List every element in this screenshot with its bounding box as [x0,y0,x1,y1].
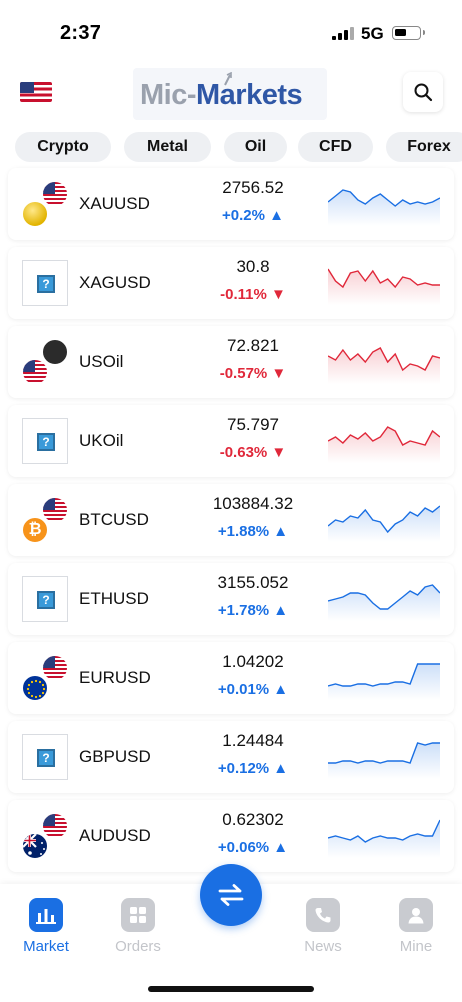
nav-orders[interactable]: Orders [103,898,173,955]
instrument-price: 0.62302 [222,810,284,829]
instrument-row[interactable]: ? XAGUSD 30.8 -0.11% ▼ [8,247,454,319]
instrument-symbol: GBPUSD [79,747,151,766]
tab-oil[interactable]: Oil [224,132,287,162]
instrument-change: +0.2% ▲ [222,207,284,224]
instrument-symbol: EURUSD [79,668,151,687]
instrument-price: 30.8 [236,257,270,276]
nav-label: Market [23,938,69,955]
tab-crypto[interactable]: Crypto [15,132,111,162]
sparkline-chart [328,742,440,779]
bitcoin-us-flag-icon: ₿ [22,497,68,543]
instrument-change: +1.78% ▲ [217,602,289,619]
user-icon [399,898,433,932]
instrument-change: -0.57% ▼ [219,365,287,382]
oil-us-flag-icon [22,339,68,385]
placeholder-icon: ? [22,734,68,780]
sparkline-area [328,190,440,226]
eu-us-flag-icon [22,655,68,701]
sparkline-area [328,585,440,621]
instrument-row[interactable]: AUDUSD 0.62302 +0.06% ▲ [8,800,454,872]
nav-label: Orders [115,938,161,955]
battery-icon [392,26,425,40]
sparkline-chart [328,347,440,384]
sparkline-area [328,506,440,542]
sparkline-chart [328,819,440,858]
instrument-symbol: XAGUSD [79,273,151,292]
gold-us-flag-icon [22,181,68,227]
instrument-row[interactable]: ? UKOil 75.797 -0.63% ▼ [8,405,454,477]
instrument-change: +0.12% ▲ [217,760,289,777]
instrument-price: 3155.052 [217,573,289,592]
sparkline-chart [328,505,440,542]
instrument-symbol: UKOil [79,431,124,450]
sparkline-chart [328,426,440,463]
brand-logo: Mic-Markets [133,68,327,120]
network-label: 5G [361,24,384,43]
instrument-row[interactable]: EURUSD 1.04202 +0.01% ▲ [8,642,454,714]
sparkline-chart [328,268,440,305]
au-us-flag-icon [22,813,68,859]
instrument-price: 75.797 [227,415,279,434]
nav-mine[interactable]: Mine [381,898,451,955]
placeholder-icon: ? [22,418,68,464]
status-bar: 2:37 5G [0,0,462,66]
nav-news[interactable]: News [288,898,358,955]
nav-market[interactable]: Market [11,898,81,955]
instrument-symbol: ETHUSD [79,589,149,608]
instrument-price: 103884.32 [212,494,294,513]
nav-label: News [304,938,342,955]
placeholder-icon: ? [22,576,68,622]
instrument-change: -0.11% ▼ [220,286,286,303]
trade-fab-button[interactable] [200,864,262,926]
search-icon [414,83,433,102]
tab-cfd[interactable]: CFD [298,132,373,162]
us-flag-icon[interactable] [20,82,52,102]
nav-label: Mine [399,938,433,955]
logo-arrow-icon [224,72,232,86]
instrument-change: -0.63% ▼ [219,444,287,461]
instrument-change: +0.01% ▲ [217,681,289,698]
grid-icon [121,898,155,932]
instrument-change: +0.06% ▲ [217,839,289,856]
sparkline-area [328,269,440,305]
instrument-price: 72.821 [227,336,279,355]
tab-metal[interactable]: Metal [124,132,211,162]
sparkline-chart [328,663,440,700]
placeholder-icon: ? [22,260,68,306]
phone-icon [306,898,340,932]
instrument-price: 1.04202 [222,652,284,671]
bar-chart-icon [29,898,63,932]
instrument-symbol: BTCUSD [79,510,149,529]
instrument-row[interactable]: ₿ BTCUSD 103884.32 +1.88% ▲ [8,484,454,556]
instrument-symbol: XAUUSD [79,194,150,213]
instrument-price: 2756.52 [222,178,284,197]
search-button[interactable] [403,72,443,112]
status-time: 2:37 [60,22,102,44]
instrument-change: +1.88% ▲ [217,523,289,540]
sparkline-area [328,664,440,700]
instrument-row[interactable]: ? GBPUSD 1.24484 +0.12% ▲ [8,721,454,793]
instrument-row[interactable]: XAUUSD 2756.52 +0.2% ▲ [8,168,454,240]
sparkline-chart [328,584,440,621]
sparkline-chart [328,189,440,226]
tab-forex[interactable]: Forex [386,132,462,162]
home-indicator [148,986,314,992]
swap-arrows-icon [218,884,244,906]
signal-icon [332,26,354,40]
header: Mic-Markets [0,68,462,124]
instrument-row[interactable]: USOil 72.821 -0.57% ▼ [8,326,454,398]
category-tabs: Crypto Metal Oil CFD Forex [15,132,462,164]
instrument-price: 1.24484 [222,731,284,750]
instrument-symbol: AUDUSD [79,826,151,845]
instrument-symbol: USOil [79,352,124,371]
instrument-row[interactable]: ? ETHUSD 3155.052 +1.78% ▲ [8,563,454,635]
